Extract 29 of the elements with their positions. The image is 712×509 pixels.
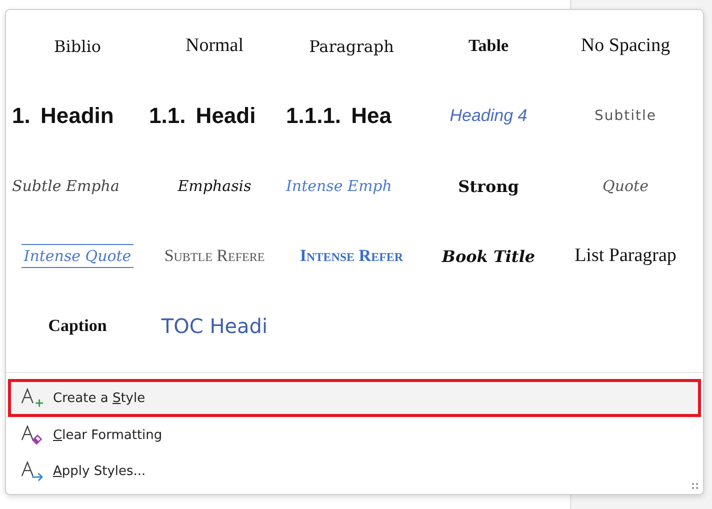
style-option[interactable]: Intense Emph [285, 166, 393, 206]
style-option[interactable]: Normal [184, 26, 245, 66]
style-option[interactable]: Book Title [440, 236, 536, 276]
style-option[interactable]: 1. Headin [11, 96, 115, 136]
style-option[interactable]: No Spacing [580, 26, 672, 66]
letter-arrow-icon [21, 460, 43, 482]
style-option[interactable]: Paragraph [308, 26, 395, 66]
style-option[interactable]: Strong [457, 166, 520, 206]
letter-eraser-icon [21, 424, 43, 446]
style-option[interactable]: Subtitle [593, 96, 658, 136]
style-option[interactable]: Emphasis [176, 166, 252, 206]
menu-item[interactable]: Apply Styles... [8, 453, 701, 489]
style-option[interactable]: Subtle Refere [163, 236, 266, 276]
style-option[interactable]: Heading 4 [448, 96, 528, 136]
menu-item[interactable]: Create a Style [8, 379, 701, 417]
style-option[interactable]: Table [467, 26, 510, 66]
style-option[interactable]: List Paragrap [574, 236, 678, 276]
style-option[interactable]: Intense Quote [20, 244, 134, 268]
style-option[interactable]: 1.1.1. Hea [285, 96, 393, 136]
style-option[interactable]: Intense Refer [298, 236, 404, 276]
style-option[interactable]: 1.1. Headi [148, 96, 257, 136]
style-option[interactable]: Caption [47, 306, 108, 346]
letter-plus-icon [21, 388, 43, 408]
style-option[interactable]: Biblio [53, 26, 102, 66]
style-option[interactable]: TOC Headi [160, 306, 269, 346]
resize-grip-icon[interactable] [691, 482, 699, 490]
menu-item[interactable]: Clear Formatting [8, 417, 701, 453]
style-option[interactable]: Quote [602, 166, 650, 206]
style-option[interactable]: Subtle Empha [11, 166, 120, 206]
